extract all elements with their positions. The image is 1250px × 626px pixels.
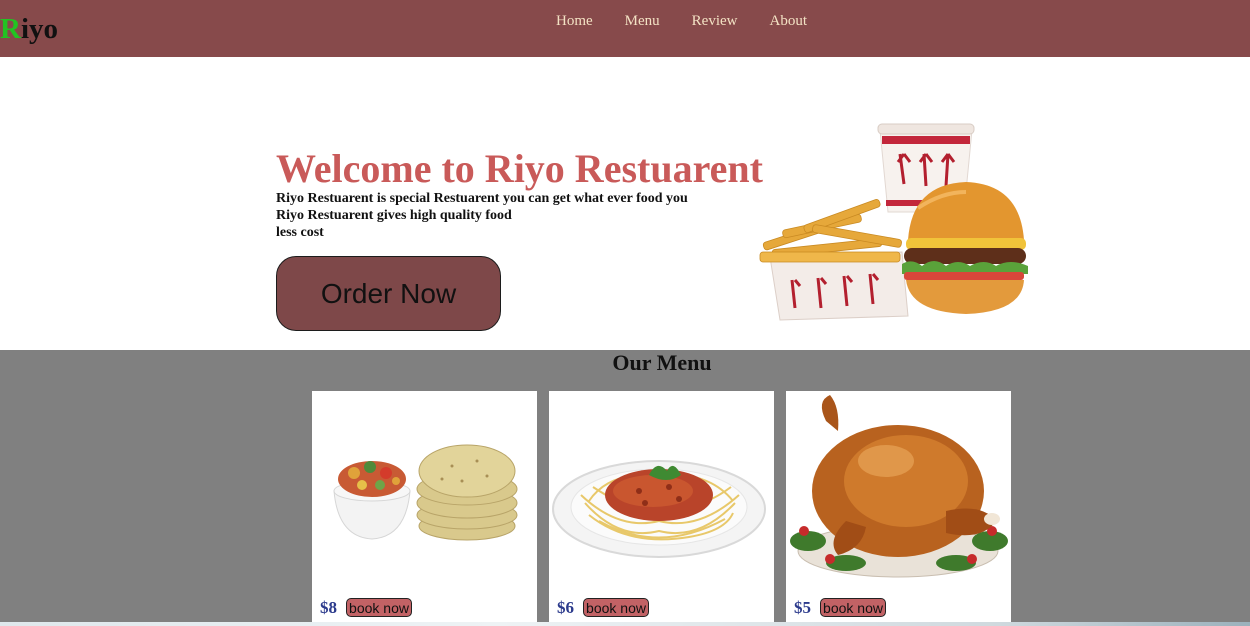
background-strip [0,622,1250,626]
hero-line: less cost [276,225,324,240]
menu-title: Our Menu [612,350,712,375]
nav-about-link[interactable]: About [754,12,824,30]
book-now-button[interactable]: book now [583,598,649,617]
menu-section: Our Menu $8 book now $6 book now $5 book… [0,350,1250,626]
nav-home-link[interactable]: Home [540,12,609,30]
brand-logo[interactable]: Riyo [0,11,58,47]
menu-card: $6 book now [549,391,774,623]
menu-price: $8 [320,598,337,617]
book-now-button[interactable]: book now [820,598,886,617]
hero-line: Riyo Restuarent gives high quality food [276,208,512,223]
spaghetti-plate-image [552,460,766,558]
navbar: Riyo Home Menu Review About [0,0,1250,57]
menu-card: $8 book now [312,391,537,623]
tortilla-salsa-image [333,444,518,541]
menu-price: $5 [794,598,811,617]
hero-title: Welcome to Riyo Restuarent [276,146,763,191]
logo-first-letter: R [0,13,21,45]
order-now-button[interactable]: Order Now [276,256,501,331]
logo-rest: iyo [20,13,59,45]
nav-menu-link[interactable]: Menu [609,12,676,30]
roast-turkey-image [790,395,1008,578]
hero-description: Riyo Restuarent is special Restuarent yo… [276,190,688,241]
hero-line: Riyo Restuarent is special Restuarent yo… [276,191,688,206]
hero-section: Welcome to Riyo Restuarent Riyo Restuare… [0,57,1250,350]
nav-review-link[interactable]: Review [676,12,754,30]
book-now-button[interactable]: book now [346,598,412,617]
burger-fries-drink-image [759,123,1028,321]
menu-card: $5 book now [786,391,1011,623]
nav-links: Home Menu Review About [540,12,823,30]
menu-price: $6 [557,598,574,617]
